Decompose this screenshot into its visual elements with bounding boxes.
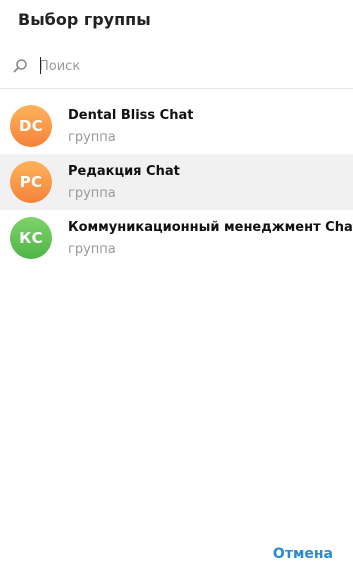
text-cursor (40, 57, 41, 74)
divider (0, 88, 353, 89)
group-name: Dental Bliss Chat (68, 108, 194, 123)
cancel-button[interactable]: Отмена (273, 546, 333, 562)
group-name: Коммуникационный менеджмент Chat (68, 220, 353, 235)
group-row[interactable]: DC Dental Bliss Chat группа (0, 98, 353, 154)
search-icon (12, 58, 28, 74)
group-row[interactable]: КС Коммуникационный менеджмент Chat груп… (0, 210, 353, 266)
group-list: DC Dental Bliss Chat группа РС Редакция … (0, 98, 353, 266)
group-type-label: группа (68, 130, 116, 145)
group-type-label: группа (68, 242, 116, 257)
group-row[interactable]: РС Редакция Chat группа (0, 154, 353, 210)
search-bar (0, 52, 353, 82)
avatar: РС (10, 161, 52, 203)
group-type-label: группа (68, 186, 116, 201)
dialog-title: Выбор группы (18, 10, 151, 29)
select-group-dialog: Выбор группы DC Dental Bliss Chat группа… (0, 0, 353, 576)
avatar: КС (10, 217, 52, 259)
search-input[interactable] (39, 55, 339, 77)
avatar: DC (10, 105, 52, 147)
group-name: Редакция Chat (68, 164, 180, 179)
